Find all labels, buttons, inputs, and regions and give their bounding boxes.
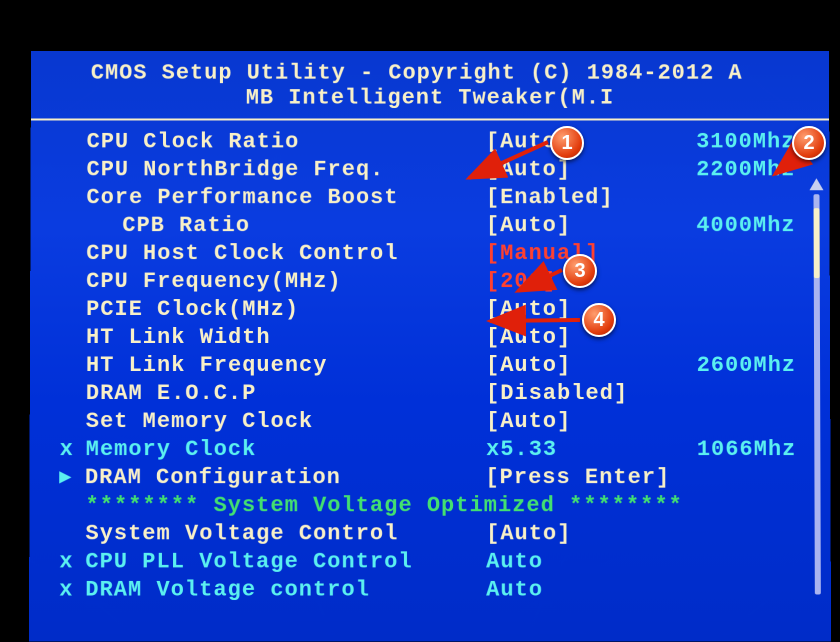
section-divider: ******** System Voltage Optimized ******… [85, 492, 810, 520]
setting-row[interactable]: CPU Host Clock Control[Manual] [60, 240, 809, 268]
setting-row[interactable]: System Voltage Control[Auto] [59, 520, 810, 548]
settings-list: CPU Clock Ratio[Auto]3100MhzCPU NorthBri… [29, 128, 831, 604]
disabled-marker-icon: x [59, 576, 85, 604]
setting-value[interactable]: [Enabled] [486, 184, 666, 212]
setting-label: System Voltage Control [85, 520, 486, 548]
setting-value[interactable]: Auto [486, 548, 666, 576]
setting-label: CPU PLL Voltage Control [85, 548, 486, 576]
setting-row[interactable]: CPU NorthBridge Freq.[Auto]2200Mhz [61, 156, 810, 184]
annotation-badge: 1 [550, 126, 584, 160]
setting-value[interactable]: [Auto] [486, 156, 666, 184]
setting-label: CPU Host Clock Control [86, 240, 486, 268]
setting-row[interactable]: HT Link Frequency[Auto]2600Mhz [60, 352, 810, 380]
annotation-badge: 4 [582, 303, 616, 337]
bios-window: CMOS Setup Utility - Copyright (C) 1984-… [29, 51, 831, 642]
annotation-badge: 3 [563, 254, 597, 288]
setting-value[interactable]: [Auto] [486, 324, 666, 352]
setting-row[interactable]: PCIE Clock(MHz)[Auto] [60, 296, 810, 324]
setting-readout: 2600Mhz [666, 352, 806, 380]
setting-label: CPU Frequency(MHz) [86, 268, 486, 296]
setting-label: PCIE Clock(MHz) [86, 296, 486, 324]
setting-row[interactable]: Core Performance Boost[Enabled] [60, 184, 809, 212]
setting-value[interactable]: [Auto] [486, 520, 666, 548]
disabled-marker-icon: x [59, 548, 85, 576]
setting-row[interactable]: CPU Clock Ratio[Auto]3100Mhz [61, 128, 810, 156]
submenu-arrow-icon: ▸ [60, 464, 85, 492]
scroll-up-icon[interactable] [809, 178, 823, 190]
setting-value[interactable]: x5.33 [486, 436, 666, 464]
setting-value[interactable]: [Auto] [486, 296, 666, 324]
setting-label: Memory Clock [86, 436, 486, 464]
header-copyright: CMOS Setup Utility - Copyright (C) 1984-… [91, 61, 769, 86]
setting-label: HT Link Width [86, 324, 486, 352]
setting-label: DRAM E.O.C.P [86, 380, 486, 408]
disabled-marker-icon: x [60, 436, 86, 464]
setting-row[interactable]: Set Memory Clock[Auto] [60, 408, 811, 436]
scroll-track[interactable] [813, 194, 820, 594]
setting-value[interactable]: [Auto] [486, 352, 666, 380]
setting-value[interactable]: [Press Enter] [485, 464, 670, 492]
setting-label: CPU NorthBridge Freq. [86, 156, 485, 184]
setting-readout: 3100Mhz [666, 128, 806, 156]
setting-row[interactable]: ▸DRAM Configuration[Press Enter] [60, 464, 811, 492]
scroll-thumb[interactable] [814, 208, 820, 278]
setting-label: CPB Ratio [86, 212, 486, 240]
setting-row[interactable]: xDRAM Voltage controlAuto [59, 576, 811, 604]
scrollbar[interactable] [809, 178, 825, 641]
setting-value[interactable]: [Disabled] [486, 380, 666, 408]
setting-row[interactable]: CPB Ratio[Auto]4000Mhz [60, 212, 809, 240]
header-divider [31, 118, 829, 120]
annotation-badge: 2 [792, 126, 826, 160]
setting-row[interactable]: xCPU PLL Voltage ControlAuto [59, 548, 811, 576]
setting-value[interactable]: [Auto] [486, 212, 666, 240]
setting-label: DRAM Configuration [85, 464, 486, 492]
setting-readout: 1066Mhz [666, 436, 806, 464]
setting-value[interactable]: [Auto] [486, 408, 666, 436]
setting-row[interactable]: CPU Frequency(MHz)[200] [60, 268, 810, 296]
setting-row: ******** System Voltage Optimized ******… [59, 492, 810, 520]
header-page-title: MB Intelligent Tweaker(M.I [91, 86, 770, 111]
setting-row[interactable]: xMemory Clockx5.331066Mhz [60, 436, 811, 464]
setting-label: Set Memory Clock [86, 408, 486, 436]
setting-label: Core Performance Boost [86, 184, 486, 212]
setting-readout: 4000Mhz [666, 212, 806, 240]
setting-row[interactable]: HT Link Width[Auto] [60, 324, 810, 352]
setting-row[interactable]: DRAM E.O.C.P[Disabled] [60, 380, 810, 408]
setting-label: DRAM Voltage control [85, 576, 486, 604]
bios-header: CMOS Setup Utility - Copyright (C) 1984-… [31, 51, 829, 115]
setting-label: HT Link Frequency [86, 352, 486, 380]
setting-label: CPU Clock Ratio [87, 128, 486, 156]
setting-value[interactable]: Auto [486, 576, 666, 604]
setting-readout: 2200Mhz [666, 156, 806, 184]
